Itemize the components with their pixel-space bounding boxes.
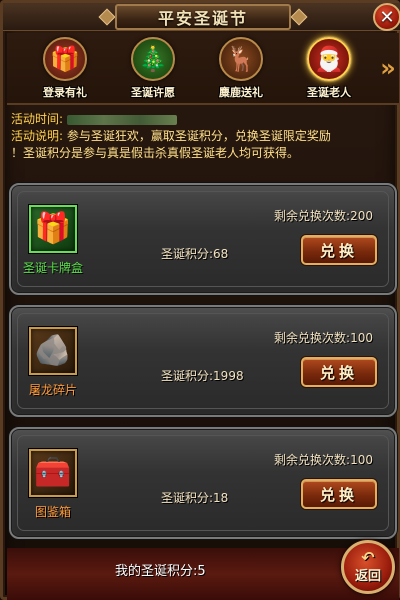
activity-description: 活动说明: 参与圣诞狂欢，赢取圣诞积分，兑换圣诞限定奖励 (11, 128, 395, 145)
back-button[interactable]: ↶ 返回 (341, 540, 395, 594)
title-ornament-right (290, 8, 308, 26)
activity-tabs: 🎁 登录有礼 🎄 圣诞许愿 🦌 麋鹿送礼 🎅 圣诞老人 » (7, 33, 399, 105)
exchange-button[interactable]: 兑换 (301, 235, 377, 265)
remaining-exchanges: 剩余兑换次数:100 (274, 331, 373, 345)
activity-time: 活动时间: (11, 111, 395, 128)
remaining-exchanges: 剩余兑换次数:100 (274, 453, 373, 467)
back-arrow-icon: ↶ (361, 547, 375, 567)
dragon-slayer-shard-icon[interactable]: 🪨 (29, 327, 77, 375)
santa-icon: 🎅 (307, 37, 351, 81)
reward-panel: 🪨 屠龙碎片 剩余兑换次数:100 圣诞积分:1998 兑换 (9, 305, 397, 417)
tab-christmas-wish[interactable]: 🎄 圣诞许愿 (121, 37, 185, 101)
remaining-exchanges: 剩余兑换次数:200 (274, 209, 373, 223)
activity-info: 活动时间: 活动说明: 参与圣诞狂欢，赢取圣诞积分，兑换圣诞限定奖励 ！圣诞积分… (11, 111, 395, 175)
desc-label: 活动说明: (11, 129, 64, 143)
reindeer-icon: 🦌 (219, 37, 263, 81)
game-window: 平安圣诞节 ✕ 🎁 登录有礼 🎄 圣诞许愿 🦌 麋鹿送礼 🎅 圣诞老人 » 活动… (0, 0, 400, 600)
time-value-obscured (67, 114, 178, 125)
required-points: 圣诞积分:68 (161, 247, 229, 261)
title-bar: 平安圣诞节 ✕ (3, 3, 400, 31)
chevron-right-icon[interactable]: » (379, 55, 397, 81)
reward-panel: 🎁 圣诞卡牌盒 剩余兑换次数:200 圣诞积分:68 兑换 (9, 183, 397, 295)
desc-text: 参与圣诞狂欢，赢取圣诞积分，兑换圣诞限定奖励 (66, 129, 331, 143)
reward-name: 圣诞卡牌盒 (22, 261, 83, 275)
exchange-button[interactable]: 兑换 (301, 357, 377, 387)
exchange-button[interactable]: 兑换 (301, 479, 377, 509)
tab-reindeer-gift[interactable]: 🦌 麋鹿送礼 (209, 37, 273, 101)
close-button[interactable]: ✕ (373, 3, 400, 31)
title-ornament-left (98, 8, 116, 26)
my-christmas-points: 我的圣诞积分:5 (115, 564, 206, 579)
christmas-card-box-icon[interactable]: 🎁 (29, 205, 77, 253)
christmas-tree-icon: 🎄 (131, 37, 175, 81)
reward-name: 屠龙碎片 (28, 383, 77, 397)
gift-icon: 🎁 (43, 37, 87, 81)
tab-label: 麋鹿送礼 (219, 86, 263, 99)
tab-label: 圣诞老人 (307, 86, 351, 99)
tab-login-gift[interactable]: 🎁 登录有礼 (33, 37, 97, 101)
tab-santa-claus[interactable]: 🎅 圣诞老人 (297, 37, 361, 101)
footer-bar: 我的圣诞积分:5 ↶ 返回 (7, 540, 399, 600)
tab-label: 圣诞许愿 (131, 86, 175, 99)
required-points: 圣诞积分:18 (161, 491, 229, 505)
codex-chest-icon[interactable]: 🧰 (29, 449, 77, 497)
desc-text-continued: ！圣诞积分是参与真是假击杀真假圣诞老人均可获得。 (11, 146, 300, 160)
reward-panel: 🧰 图鉴箱 剩余兑换次数:100 圣诞积分:18 兑换 (9, 427, 397, 539)
back-label: 返回 (354, 568, 381, 584)
window-title: 平安圣诞节 (115, 4, 291, 30)
time-label: 活动时间: (11, 112, 64, 126)
tab-label: 登录有礼 (43, 86, 87, 99)
required-points: 圣诞积分:1998 (161, 369, 244, 383)
reward-name: 图鉴箱 (34, 505, 71, 519)
